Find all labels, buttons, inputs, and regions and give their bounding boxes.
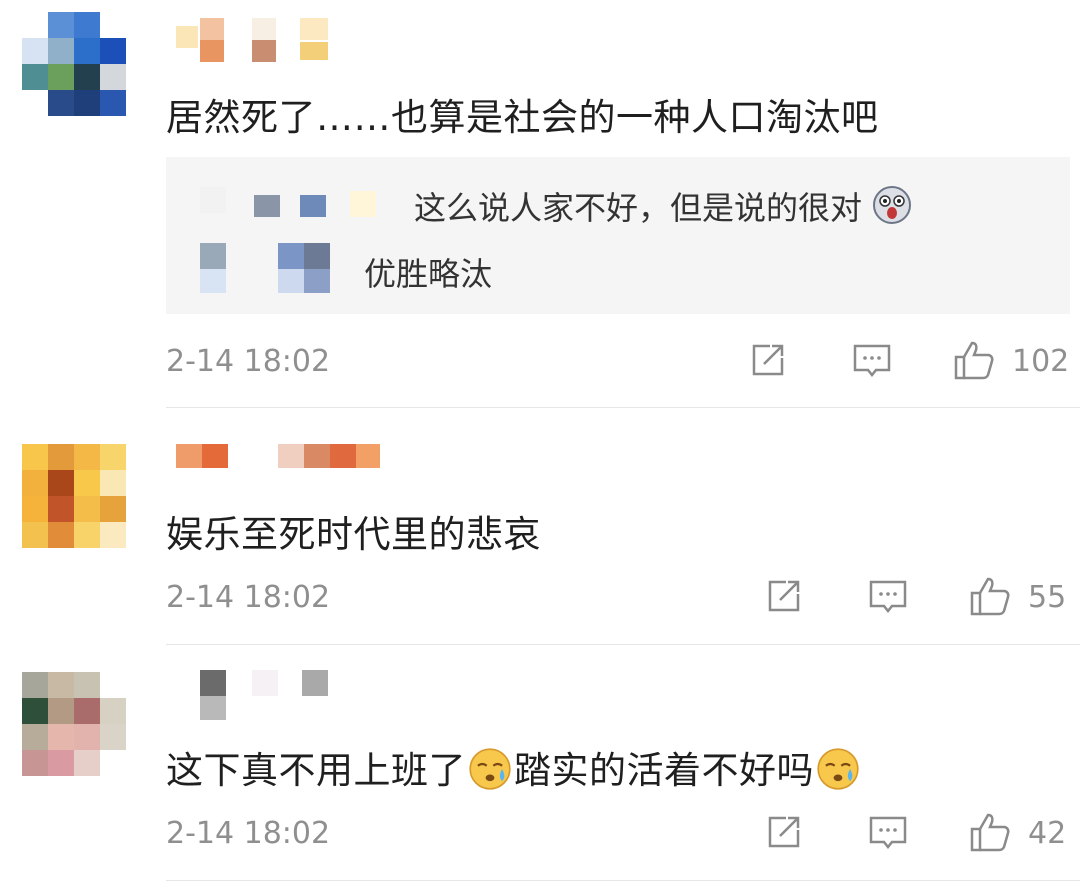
comment-text: 居然死了……也算是社会的一种人口淘汰吧: [166, 96, 879, 139]
thumbs-up-icon: [970, 577, 1010, 616]
comment-text: 这下真不用上班了 踏实的活着不好吗: [166, 740, 860, 794]
timestamp: 2-14 18:02: [166, 580, 331, 615]
comment-icon: [869, 580, 907, 614]
share-icon: [768, 580, 800, 612]
comment-text: 娱乐至死时代里的悲哀: [166, 513, 541, 556]
username-blurred[interactable]: [168, 18, 338, 66]
timestamp: 2-14 18:02: [166, 816, 331, 851]
share-icon: [768, 816, 800, 848]
comment-button[interactable]: [850, 338, 894, 382]
like-button[interactable]: [968, 810, 1012, 854]
avatar[interactable]: [22, 12, 126, 116]
share-icon: [752, 344, 784, 376]
username-blurred[interactable]: [168, 444, 388, 470]
reply-username-blurred[interactable]: [200, 243, 370, 295]
like-button[interactable]: [968, 574, 1012, 618]
divider: [166, 644, 1080, 645]
reply-text: 优胜略汰: [364, 255, 493, 293]
comment-2: 娱乐至死时代里的悲哀 2-14 18:02 55: [0, 410, 1080, 644]
thumbs-up-icon: [970, 813, 1010, 852]
sweat-face-emoji: [817, 748, 859, 790]
like-button[interactable]: [952, 338, 996, 382]
like-count: 102: [1012, 344, 1070, 379]
comment-icon: [869, 816, 907, 850]
avatar[interactable]: [22, 672, 126, 776]
share-button[interactable]: [762, 574, 806, 618]
timestamp: 2-14 18:02: [166, 344, 331, 379]
like-count: 55: [1028, 580, 1067, 615]
username-blurred[interactable]: [168, 670, 338, 722]
share-button[interactable]: [746, 338, 790, 382]
reply-username-blurred[interactable]: [200, 181, 376, 225]
comment-meta: 2-14 18:02 42: [0, 810, 1080, 860]
comment-button[interactable]: [866, 574, 910, 618]
comment-button[interactable]: [866, 810, 910, 854]
comment-meta: 2-14 18:02 55: [0, 574, 1080, 624]
reply-text: 这么说人家不好，但是说的很对: [414, 183, 912, 229]
reply-row[interactable]: 优胜略汰: [166, 243, 1070, 293]
sweat-face-emoji: [469, 748, 511, 790]
like-count: 42: [1028, 816, 1067, 851]
reply-box[interactable]: 这么说人家不好，但是说的很对 优胜略汰: [166, 157, 1070, 314]
scared-face-emoji: [873, 186, 912, 224]
comment-meta: 2-14 18:02 102: [0, 338, 1080, 388]
thumbs-up-icon: [954, 341, 994, 380]
divider: [166, 880, 1080, 881]
reply-row[interactable]: 这么说人家不好，但是说的很对: [166, 179, 1070, 227]
comment-3: 这下真不用上班了 踏实的活着不好吗 2-14 18:02 42: [0, 646, 1080, 884]
divider: [166, 407, 1080, 408]
comment-1: 居然死了……也算是社会的一种人口淘汰吧 这么说人家不好，但是说的很对 优胜略汰 …: [0, 0, 1080, 410]
share-button[interactable]: [762, 810, 806, 854]
avatar[interactable]: [22, 444, 126, 548]
comment-icon: [853, 344, 891, 378]
